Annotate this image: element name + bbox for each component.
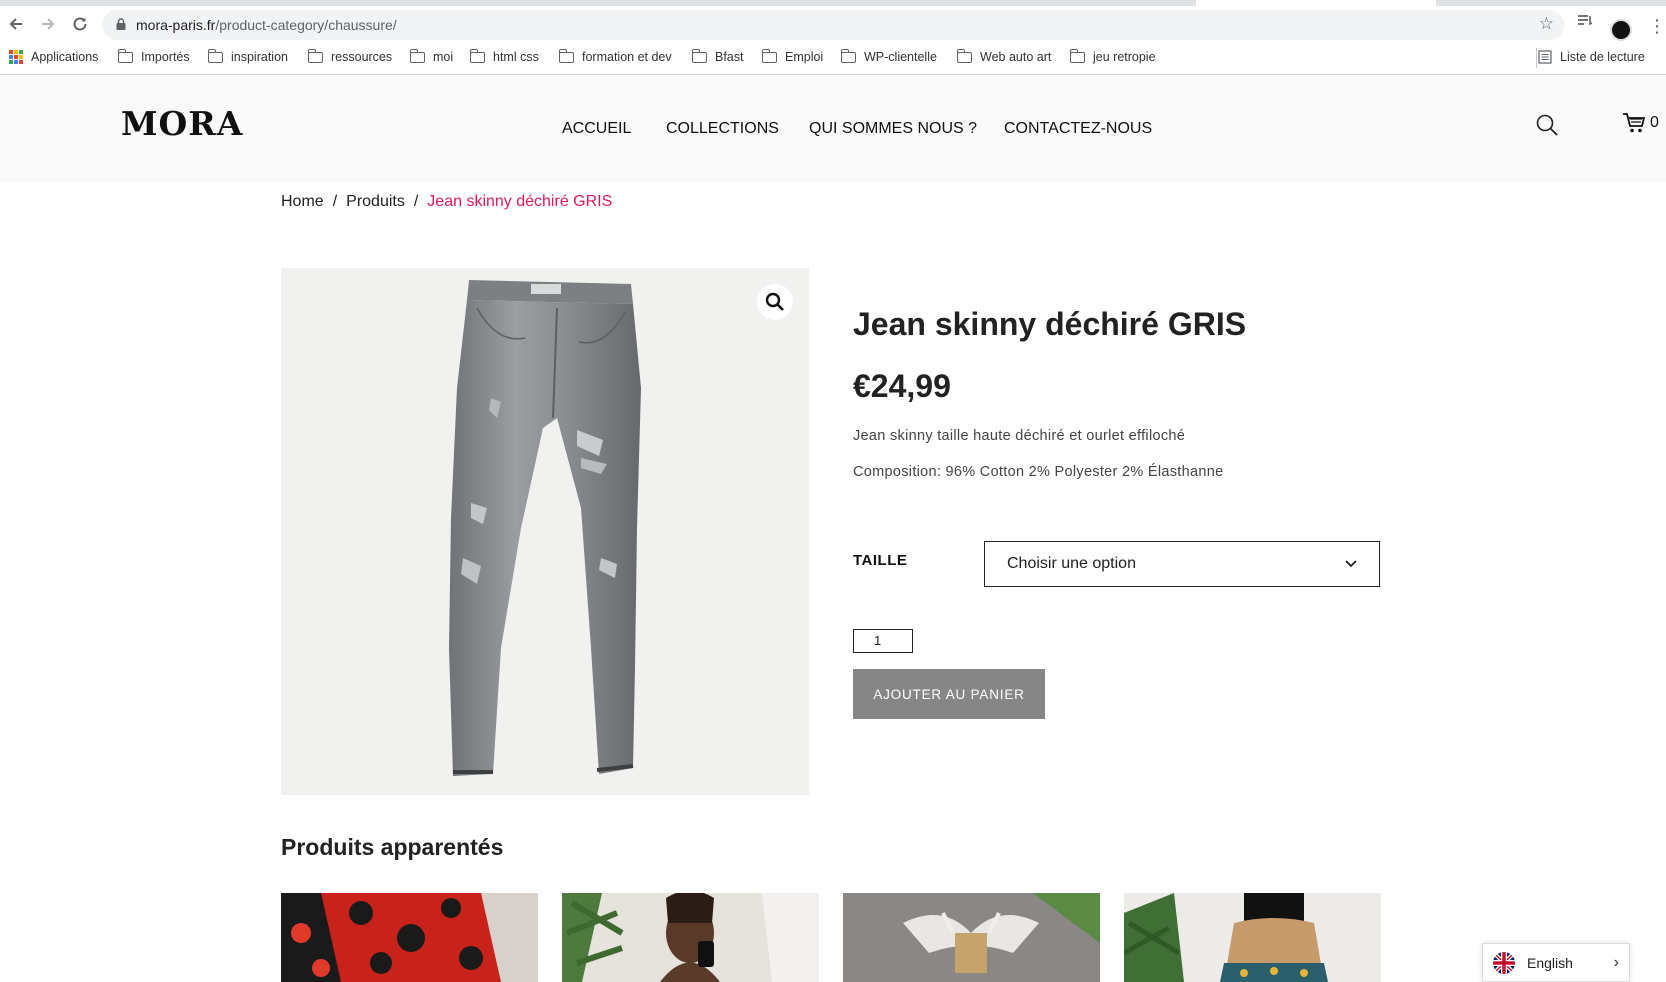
bookmarks-bar: Applications Importés inspiration ressou… xyxy=(0,46,1666,70)
chevron-down-icon xyxy=(1345,560,1357,568)
jeans-photo xyxy=(449,280,641,776)
related-product-image xyxy=(281,893,538,982)
url-path: /product-category/chaussure/ xyxy=(215,17,397,33)
size-label: TAILLE xyxy=(853,552,908,569)
folder-icon xyxy=(207,48,223,63)
folder-icon xyxy=(307,48,323,63)
folder-icon xyxy=(840,48,856,63)
folder-icon xyxy=(956,48,972,63)
bookmark-importes[interactable]: Importés xyxy=(117,48,190,64)
chevron-right-icon: › xyxy=(1613,953,1619,971)
folder-icon xyxy=(1069,48,1085,63)
breadcrumb-current: Jean skinny déchiré GRIS xyxy=(427,193,613,210)
product-image[interactable] xyxy=(281,268,809,795)
cart-icon xyxy=(1623,113,1646,133)
profile-avatar[interactable] xyxy=(1610,19,1632,41)
breadcrumb-separator: / xyxy=(413,193,419,210)
language-switcher[interactable]: English › xyxy=(1482,943,1630,982)
reload-icon[interactable] xyxy=(68,12,92,36)
related-product-image xyxy=(1124,893,1381,982)
bookmarks-divider xyxy=(1536,48,1537,68)
cart-button[interactable]: 0 xyxy=(1622,112,1659,134)
product-price: €24,99 xyxy=(853,368,951,404)
browser-chrome: mora-paris.fr/product-category/chaussure… xyxy=(0,0,1666,75)
site-logo[interactable]: MORA xyxy=(121,104,243,143)
bookmark-star-icon[interactable]: ☆ xyxy=(1539,14,1554,34)
bookmark-label: ressources xyxy=(331,50,393,64)
size-select[interactable]: Choisir une option xyxy=(984,541,1380,587)
related-products-title: Produits apparentés xyxy=(281,834,504,860)
reading-list-icon xyxy=(1538,50,1552,64)
cart-count: 0 xyxy=(1650,114,1659,131)
bookmark-wp-clientelle[interactable]: WP-clientelle xyxy=(840,48,937,64)
bookmark-html-css[interactable]: html css xyxy=(469,48,539,64)
bookmark-applications[interactable]: Applications xyxy=(9,50,98,64)
bookmark-label: Emploi xyxy=(785,50,824,64)
related-product-card[interactable] xyxy=(562,893,819,982)
folder-icon xyxy=(469,48,485,63)
product-title: Jean skinny déchiré GRIS xyxy=(853,306,1247,342)
folder-icon xyxy=(691,48,707,63)
uk-flag-icon xyxy=(1493,951,1515,974)
nav-accueil[interactable]: ACCUEIL xyxy=(562,120,631,138)
bookmark-bfast[interactable]: Bfast xyxy=(691,48,744,64)
add-to-cart-button[interactable]: AJOUTER AU PANIER xyxy=(853,669,1045,719)
bookmark-inspiration[interactable]: inspiration xyxy=(207,48,288,64)
url-domain: mora-paris.fr xyxy=(136,17,216,33)
address-bar[interactable]: mora-paris.fr/product-category/chaussure… xyxy=(102,10,1564,40)
nav-contactez-nous[interactable]: CONTACTEZ-NOUS xyxy=(1004,120,1152,138)
related-product-card[interactable] xyxy=(281,893,538,982)
bookmark-formation-et-dev[interactable]: formation et dev xyxy=(558,48,672,64)
language-label: English xyxy=(1527,954,1573,971)
url-text: mora-paris.fr/product-category/chaussure… xyxy=(136,17,397,33)
browser-toolbar: mora-paris.fr/product-category/chaussure… xyxy=(0,6,1666,42)
product-composition: Composition: 96% Cotton 2% Polyester 2% … xyxy=(853,464,1224,480)
bookmark-label: WP-clientelle xyxy=(864,50,937,64)
site-header: MORA ACCUEIL COLLECTIONS QUI SOMMES NOUS… xyxy=(0,76,1666,183)
breadcrumb: Home / Produits / Jean skinny déchiré GRIS xyxy=(281,193,612,211)
breadcrumb-produits[interactable]: Produits xyxy=(346,193,405,210)
related-product-card[interactable] xyxy=(1124,893,1381,982)
related-product-image xyxy=(562,893,819,982)
bookmark-label: formation et dev xyxy=(582,50,672,64)
bookmark-label: moi xyxy=(433,50,454,64)
magnifier-icon xyxy=(765,292,784,311)
reading-mode-icon[interactable] xyxy=(1576,12,1594,35)
folder-icon xyxy=(117,48,133,63)
bookmark-label: html css xyxy=(493,50,539,64)
forward-icon[interactable] xyxy=(36,12,60,36)
bookmark-moi[interactable]: moi xyxy=(409,48,454,64)
apps-icon xyxy=(9,50,23,64)
bookmark-jeu-retropie[interactable]: jeu retropie xyxy=(1069,48,1156,64)
bookmark-label: Applications xyxy=(31,50,99,64)
bookmark-label: inspiration xyxy=(231,50,288,64)
bookmark-emploi[interactable]: Emploi xyxy=(761,48,824,64)
size-select-value: Choisir une option xyxy=(1007,555,1136,572)
search-icon[interactable] xyxy=(1536,114,1558,136)
back-icon[interactable] xyxy=(4,12,28,36)
reading-list-label: Liste de lecture xyxy=(1560,50,1645,64)
browser-menu-icon[interactable]: ⋮ xyxy=(1648,16,1666,37)
zoom-button[interactable] xyxy=(757,284,793,320)
related-product-card[interactable] xyxy=(843,893,1100,982)
product-description-line: Jean skinny taille haute déchiré et ourl… xyxy=(853,428,1186,444)
quantity-input[interactable]: 1 xyxy=(853,629,913,653)
folder-icon xyxy=(409,48,425,63)
nav-qui-sommes-nous[interactable]: QUI SOMMES NOUS ? xyxy=(809,120,977,138)
lock-icon xyxy=(116,18,126,30)
folder-icon xyxy=(761,48,777,63)
bookmark-label: jeu retropie xyxy=(1093,50,1156,64)
breadcrumb-home[interactable]: Home xyxy=(281,193,324,210)
nav-collections[interactable]: COLLECTIONS xyxy=(666,120,779,138)
bookmark-label: Web auto art xyxy=(980,50,1052,64)
reading-list-button[interactable]: Liste de lecture xyxy=(1538,50,1645,64)
related-product-image xyxy=(843,893,1100,982)
bookmark-ressources[interactable]: ressources xyxy=(307,48,393,64)
folder-icon xyxy=(558,48,574,63)
breadcrumb-separator: / xyxy=(332,193,338,210)
bookmark-web-auto-art[interactable]: Web auto art xyxy=(956,48,1052,64)
bookmark-label: Importés xyxy=(141,50,190,64)
bookmark-label: Bfast xyxy=(715,50,744,64)
